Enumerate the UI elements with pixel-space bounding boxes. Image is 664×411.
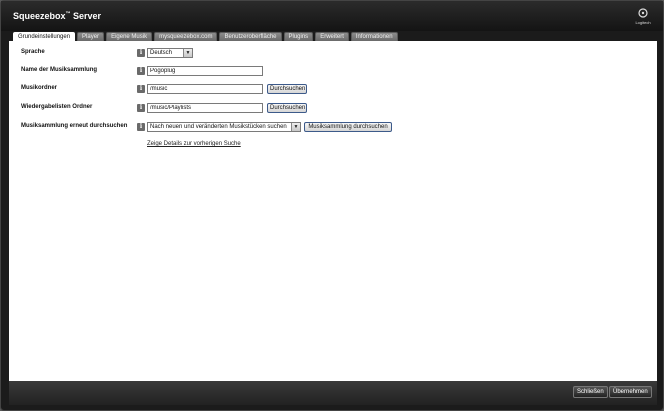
rescan-mode-value: Nach neuen und veränderten Musikstücken …	[150, 124, 287, 130]
music-folder-label: Musikordner	[21, 85, 58, 91]
library-name-input[interactable]	[147, 66, 263, 76]
language-row: Sprache i Deutsch ▼	[9, 48, 657, 60]
info-icon[interactable]: i	[137, 104, 145, 112]
tab-informationen[interactable]: Informationen	[350, 32, 398, 41]
info-icon[interactable]: i	[137, 123, 145, 131]
close-button[interactable]: Schließen	[573, 386, 608, 398]
language-label: Sprache	[21, 49, 45, 55]
playlist-folder-label: Wiedergabelisten Ordner	[21, 104, 93, 110]
settings-panel: Sprache i Deutsch ▼ Name der Musiksammlu…	[9, 41, 657, 381]
logitech-logo-icon	[638, 8, 648, 18]
app-window: Squeezebox™ Server Logitech Grundeinstel…	[0, 0, 664, 411]
info-icon[interactable]: i	[137, 85, 145, 93]
scan-details-link[interactable]: Zeige Details zur vorherigen Suche	[147, 141, 241, 147]
playlist-folder-browse-button[interactable]: Durchsuchen	[267, 103, 307, 113]
info-icon[interactable]: i	[137, 67, 145, 75]
logo-text: Logitech	[635, 20, 651, 25]
rescan-label: Musiksammlung erneut durchsuchen	[21, 123, 128, 129]
chevron-down-icon: ▼	[291, 123, 300, 131]
tab-plugins[interactable]: Plugins	[283, 32, 314, 41]
tab-mysqueezebox[interactable]: mysqueezebox.com	[154, 32, 218, 41]
app-title-name: Squeezebox	[13, 11, 66, 21]
app-title-suffix: Server	[70, 11, 102, 21]
rescan-button[interactable]: Musiksammlung durchsuchen	[304, 122, 392, 132]
rescan-row: Musiksammlung erneut durchsuchen i Nach …	[9, 122, 657, 134]
chevron-down-icon: ▼	[183, 49, 192, 57]
tab-bar: Grundeinstellungen Player Eigene Musik m…	[13, 32, 400, 41]
language-value: Deutsch	[150, 50, 173, 56]
music-folder-input[interactable]	[147, 84, 263, 94]
info-icon[interactable]: i	[137, 49, 145, 57]
logitech-logo: Logitech	[631, 7, 655, 27]
music-folder-row: Musikordner i Durchsuchen	[9, 84, 657, 96]
tab-erweitert[interactable]: Erweitert	[315, 32, 349, 41]
title-bar: Squeezebox™ Server Logitech	[1, 1, 663, 31]
tab-benutzeroberflaeche[interactable]: Benutzeroberfläche	[219, 32, 282, 41]
tab-grundeinstellungen[interactable]: Grundeinstellungen	[13, 32, 76, 41]
playlist-folder-input[interactable]	[147, 103, 263, 113]
tab-player[interactable]: Player	[77, 32, 105, 41]
library-name-row: Name der Musiksammlung i	[9, 66, 657, 78]
rescan-mode-select[interactable]: Nach neuen und veränderten Musikstücken …	[147, 122, 301, 132]
apply-button[interactable]: Übernehmen	[609, 386, 652, 398]
music-folder-browse-button[interactable]: Durchsuchen	[267, 84, 307, 94]
tab-eigene-musik[interactable]: Eigene Musik	[106, 32, 153, 41]
app-title: Squeezebox™ Server	[13, 11, 101, 21]
footer-bar: Schließen Übernehmen	[9, 381, 657, 405]
library-name-label: Name der Musiksammlung	[21, 67, 98, 73]
playlist-folder-row: Wiedergabelisten Ordner i Durchsuchen	[9, 103, 657, 115]
language-select[interactable]: Deutsch ▼	[147, 48, 193, 58]
